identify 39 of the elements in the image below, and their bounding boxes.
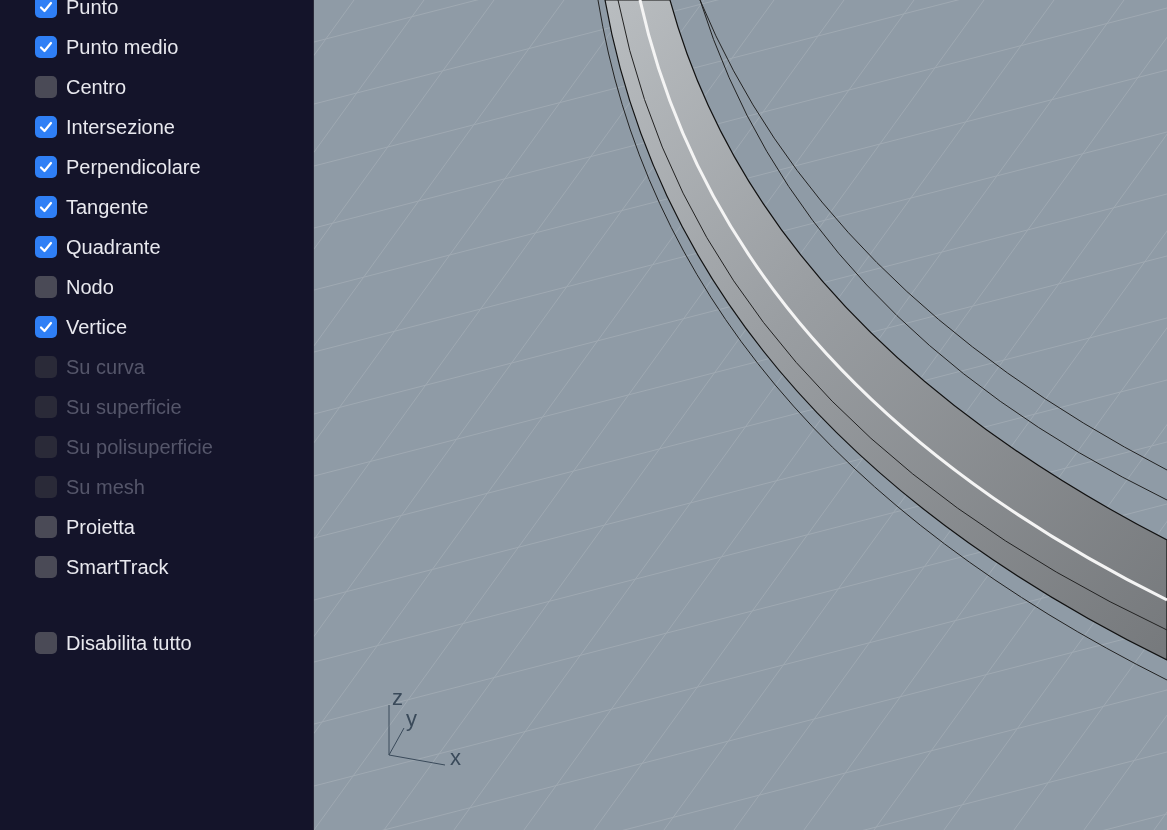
- option-label: Centro: [66, 75, 127, 100]
- option-label: Tangente: [66, 195, 149, 220]
- axis-label: x: [450, 745, 461, 770]
- option-label: SmartTrack: [66, 555, 169, 580]
- option-label: Disabilita tutto: [66, 631, 192, 656]
- option-label: Intersezione: [66, 115, 175, 140]
- checkbox[interactable]: [35, 236, 57, 258]
- option-label: Su superficie: [66, 395, 182, 420]
- option-label: Su polisuperficie: [66, 435, 213, 460]
- checkbox[interactable]: [35, 116, 57, 138]
- checkbox[interactable]: [35, 556, 57, 578]
- checkbox[interactable]: [35, 156, 57, 178]
- axis-label: y: [406, 706, 417, 731]
- checkbox[interactable]: [35, 316, 57, 338]
- option-label: Punto: [66, 0, 119, 20]
- checkbox[interactable]: [35, 516, 57, 538]
- option-label: Quadrante: [66, 235, 161, 260]
- option-label: Su curva: [66, 355, 145, 380]
- checkbox[interactable]: [35, 196, 57, 218]
- checkbox[interactable]: [35, 76, 57, 98]
- checkmark-icon: [38, 39, 54, 55]
- axis-label: z: [392, 685, 403, 710]
- checkmark-icon: [38, 159, 54, 175]
- option-label: Nodo: [66, 275, 114, 300]
- axis-icon: [388, 704, 446, 766]
- checkbox[interactable]: [35, 276, 57, 298]
- checkmark-icon: [38, 239, 54, 255]
- option-label: Punto medio: [66, 35, 179, 60]
- checkbox[interactable]: [35, 632, 57, 654]
- checkmark-icon: [38, 319, 54, 335]
- option-label: Perpendicolare: [66, 155, 201, 180]
- checkbox[interactable]: [35, 36, 57, 58]
- option-label: Su mesh: [66, 475, 145, 500]
- checkbox[interactable]: [35, 0, 57, 18]
- checkmark-icon: [38, 199, 54, 215]
- option-label: Vertice: [66, 315, 128, 340]
- checkmark-icon: [38, 0, 54, 15]
- checkmark-icon: [38, 119, 54, 135]
- option-label: Proietta: [66, 515, 135, 540]
